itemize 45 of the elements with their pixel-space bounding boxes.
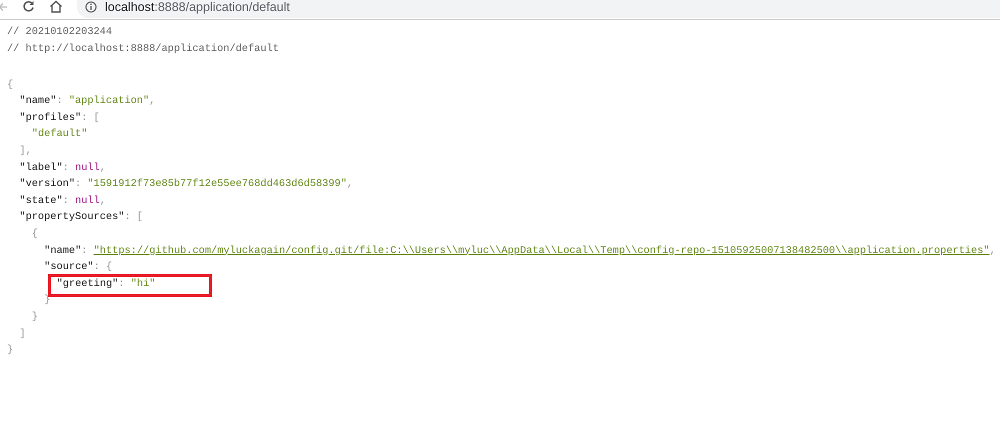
json-punctuation: :: [62, 162, 70, 174]
comment-line: // http://localhost:8888/application/default: [7, 42, 279, 55]
json-punctuation: {: [7, 78, 14, 91]
json-punctuation: }: [32, 311, 38, 323]
json-punctuation: ,: [990, 244, 996, 257]
json-string: "default": [32, 128, 88, 140]
json-string: "hi": [130, 278, 156, 290]
json-null: null: [75, 162, 100, 174]
json-punctuation: ]: [19, 328, 26, 340]
json-punctuation: :: [56, 95, 64, 108]
json-punctuation: ,: [346, 178, 354, 190]
json-key: "label": [19, 162, 63, 174]
json-key: "state": [19, 194, 63, 207]
url-path: :8888/application/default: [154, 0, 290, 14]
home-icon[interactable]: [49, 0, 63, 13]
json-punctuation: :: [81, 244, 88, 257]
json-punctuation: : [: [124, 211, 143, 224]
json-key: "greeting": [56, 278, 118, 290]
json-punctuation: }: [44, 294, 50, 306]
url-link[interactable]: "https://github.com/myluckagain/config.git/file:C:\\Users\\myluc\\AppData\\Local\\Temp\\config-repo-15105925007138482500\\application.properties": [94, 244, 990, 257]
address-bar[interactable]: localhost:8888/application/default: [77, 0, 1000, 18]
info-icon[interactable]: [85, 0, 97, 12]
reload-icon[interactable]: [22, 0, 35, 13]
json-string: "1591912f73e85b77f12e55ee768dd463d6d58399": [87, 178, 347, 190]
json-key: "version": [19, 178, 76, 190]
json-punctuation: : [: [81, 112, 100, 124]
json-punctuation: : {: [94, 261, 112, 274]
url-host: localhost: [105, 0, 154, 14]
json-punctuation: }: [7, 344, 14, 356]
json-punctuation: :: [75, 178, 82, 190]
json-key: "source": [44, 261, 94, 274]
json-key: "name": [44, 244, 82, 257]
json-punctuation: ,: [149, 95, 156, 108]
json-punctuation: {: [32, 228, 38, 240]
json-punctuation: ],: [19, 145, 32, 158]
json-key: "name": [19, 95, 56, 108]
json-key: "propertySources": [19, 211, 124, 224]
json-key: "profiles": [19, 112, 82, 124]
json-null: null: [75, 194, 100, 207]
comment-line: // 20210102203244: [7, 26, 112, 38]
json-string: "application": [68, 95, 150, 108]
json-punctuation: :: [118, 278, 126, 290]
json-punctuation: ,: [100, 194, 106, 207]
json-punctuation: :: [62, 194, 70, 207]
json-punctuation: ,: [100, 162, 106, 174]
